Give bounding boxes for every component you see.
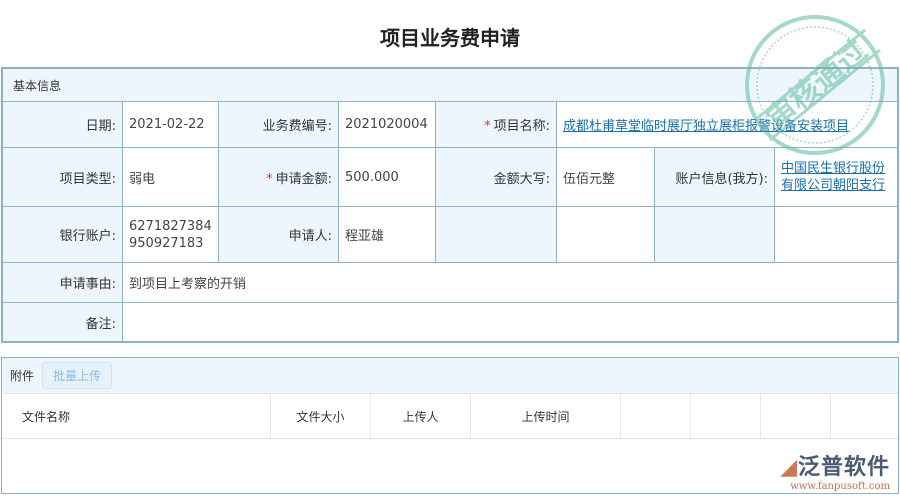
logo-icon: ◢	[780, 455, 798, 480]
brand-logo: ◢泛普软件 www.fanpusoft.com	[780, 455, 890, 492]
section-title: 基本信息	[2, 68, 898, 102]
required-mark: *	[484, 119, 491, 134]
account-info-link[interactable]: 中国民生银行股份有限公司朝阳支行	[781, 161, 885, 193]
project-label: * 项目名称:	[435, 101, 557, 148]
attachments-title: 附件	[10, 369, 35, 383]
reason-label: 申请事由:	[2, 262, 123, 303]
project-link[interactable]: 成都杜甫草堂临时展厅独立展柜报警设备安装项目	[563, 119, 849, 134]
date-value: 2021-02-22	[122, 101, 219, 148]
col-empty	[761, 394, 831, 438]
basic-info-form: 基本信息 日期: 2021-02-22 业务费编号: 2021020004 * 项…	[1, 67, 899, 343]
page-title: 项目业务费申请	[380, 26, 520, 50]
reason-value: 到项目上考察的开销	[122, 262, 898, 303]
code-value: 2021020004	[338, 101, 436, 148]
note-value	[122, 302, 898, 342]
col-file-size[interactable]: 文件大小	[271, 394, 371, 438]
account-info-label: 账户信息(我方):	[654, 147, 775, 207]
type-label: 项目类型:	[2, 147, 123, 207]
date-label: 日期:	[2, 101, 123, 148]
applicant-label: 申请人:	[218, 206, 339, 263]
amount-cn-label: 金额大写:	[435, 147, 557, 207]
empty-cell	[435, 206, 557, 263]
applicant-value: 程亚雄	[338, 206, 436, 263]
col-empty	[831, 394, 898, 438]
amount-label: * 申请金额:	[218, 147, 339, 207]
col-file-name[interactable]: 文件名称	[2, 394, 271, 438]
bank-label: 银行账户:	[2, 206, 123, 263]
col-empty	[691, 394, 761, 438]
note-label: 备注:	[2, 302, 123, 342]
col-upload-time[interactable]: 上传时间	[471, 394, 621, 438]
empty-cell	[654, 206, 775, 263]
amount-cn-value: 伍佰元整	[556, 147, 655, 207]
type-value: 弱电	[122, 147, 219, 207]
col-empty	[621, 394, 691, 438]
required-mark: *	[266, 171, 273, 187]
attachments-panel: 附件 批量上传 文件名称 文件大小 上传人 上传时间	[1, 357, 899, 494]
col-uploader[interactable]: 上传人	[371, 394, 471, 438]
bank-value: 6271827384950927183	[122, 206, 219, 263]
code-label: 业务费编号:	[218, 101, 339, 148]
amount-value: 500.000	[338, 147, 436, 207]
empty-cell	[774, 206, 898, 263]
empty-cell	[556, 206, 655, 263]
attachments-table-header: 文件名称 文件大小 上传人 上传时间	[2, 394, 898, 439]
batch-upload-button[interactable]: 批量上传	[42, 362, 113, 389]
